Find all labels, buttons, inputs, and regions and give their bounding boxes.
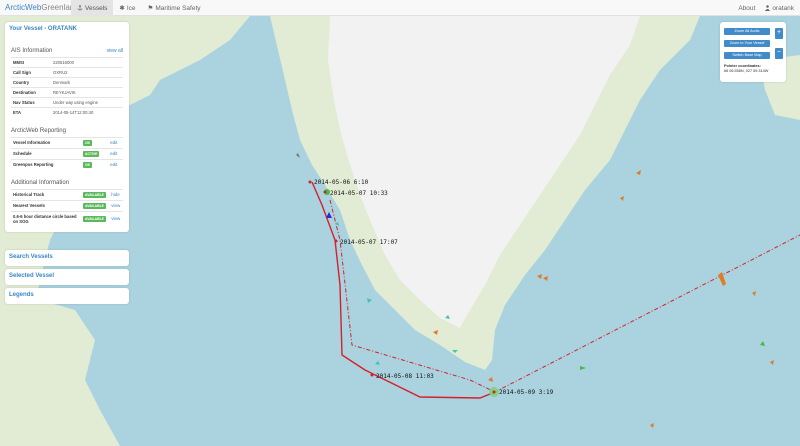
- status-cell: OK: [81, 136, 109, 148]
- status-cell: OK: [81, 158, 109, 170]
- status-cell: AVAILABLE: [81, 188, 110, 200]
- view-link[interactable]: view: [109, 199, 123, 211]
- pointer-coordinates: Pointer coordinates: 66 06.558N, 027 59.…: [724, 64, 768, 74]
- field-label: Nearest Vessels: [11, 199, 81, 211]
- field-label: Destination: [11, 87, 51, 98]
- edit-link[interactable]: edit: [108, 136, 123, 148]
- additional-heading: Additional Information: [11, 179, 70, 186]
- table-row: Nav Status Under way using engine: [11, 97, 123, 108]
- field-value: REYKJAVIK: [51, 87, 123, 98]
- table-row: Schedule ACTIVE edit: [11, 147, 123, 159]
- map-controls: Zoom All Arctic Zoom to Your Vessel Swit…: [720, 22, 786, 82]
- zoom-to-vessel-button[interactable]: Zoom to Your Vessel: [724, 40, 770, 47]
- field-label: Nav Status: [11, 97, 51, 108]
- navbar: ArcticWebGreenland Vessels ✱ Ice ⚑ Marit…: [0, 0, 800, 16]
- reporting-table: Vessel Information OK edit Schedule ACTIVE e…: [11, 136, 123, 170]
- tab-maritime-safety-label: Maritime Safety: [155, 4, 201, 12]
- table-row: Historical Track AVAILABLE hide: [11, 188, 123, 200]
- search-vessels-section[interactable]: Search Vessels: [5, 250, 129, 266]
- reporting-header: ArcticWeb Reporting: [5, 118, 129, 137]
- track-label: 2014-05-07 10:33: [330, 190, 388, 197]
- track-label: 2014-05-07 17:07: [340, 239, 398, 246]
- track-label: 2014-05-06 6:10: [314, 179, 369, 186]
- table-row: Vessel Information OK edit: [11, 136, 123, 148]
- user-name: oratank: [772, 4, 794, 12]
- reporting-heading: ArcticWeb Reporting: [11, 127, 66, 134]
- tab-vessels[interactable]: Vessels: [71, 0, 114, 16]
- ais-header: AIS Information view all: [5, 34, 129, 57]
- status-cell: ACTIVE: [81, 147, 109, 159]
- tab-vessels-label: Vessels: [85, 4, 108, 12]
- status-badge: OK: [83, 139, 93, 146]
- field-value: Under way using engine: [51, 97, 123, 108]
- ais-table: MMSI 220516000 Call Sign OXRU2 Country Denm…: [11, 57, 123, 118]
- coords-label: Pointer coordinates:: [724, 64, 761, 68]
- additional-header: Additional Information: [5, 170, 129, 189]
- table-row: 0.6-6 hour distance circle based on SOG A…: [11, 210, 123, 226]
- field-value: 220516000: [51, 57, 123, 68]
- status-badge: ACTIVE: [83, 150, 100, 157]
- edit-link[interactable]: edit: [108, 147, 123, 159]
- zoom-all-arctic-button[interactable]: Zoom All Arctic: [724, 28, 770, 35]
- hide-link[interactable]: hide: [109, 188, 123, 200]
- panel-title[interactable]: Your Vessel - ORATANK: [5, 22, 129, 34]
- nav-right: About oratank: [738, 0, 794, 16]
- brand-name: ArcticWeb: [5, 3, 42, 12]
- ais-heading: AIS Information: [11, 48, 53, 54]
- coords-value: 66 06.558N, 027 59.314W: [724, 69, 769, 73]
- field-label: Historical Track: [11, 188, 81, 200]
- table-row: Nearest Vessels AVAILABLE view: [11, 199, 123, 211]
- selected-vessel-section[interactable]: Selected Vessel: [5, 269, 129, 285]
- view-link[interactable]: view: [109, 210, 123, 226]
- tab-maritime-safety[interactable]: ⚑ Maritime Safety: [142, 0, 207, 16]
- legends-section[interactable]: Legends: [5, 288, 129, 304]
- vessel-panel: Your Vessel - ORATANK AIS Information vi…: [5, 22, 129, 232]
- field-value: 2014-05-14T12:00:40: [51, 107, 123, 118]
- about-link[interactable]: About: [738, 5, 755, 12]
- main-nav: Vessels ✱ Ice ⚑ Maritime Safety: [71, 0, 207, 16]
- anchor-icon: [77, 5, 83, 11]
- status-badge: OK: [83, 161, 93, 168]
- field-label: ETA: [11, 107, 51, 118]
- edit-link[interactable]: edit: [108, 158, 123, 170]
- table-row: Greenpos Reporting OK edit: [11, 158, 123, 170]
- view-all-link[interactable]: view all: [107, 48, 123, 54]
- field-value: OXRU2: [51, 67, 123, 78]
- additional-table: Historical Track AVAILABLE hide Nearest Ve…: [11, 188, 123, 226]
- status-badge: AVAILABLE: [83, 191, 106, 198]
- status-cell: AVAILABLE: [81, 210, 110, 226]
- tab-ice[interactable]: ✱ Ice: [113, 0, 141, 16]
- table-row: Country Denmark: [11, 77, 123, 88]
- snowflake-icon: ✱: [119, 5, 125, 12]
- status-badge: AVAILABLE: [83, 202, 106, 209]
- field-label: MMSI: [11, 57, 51, 68]
- field-value: Denmark: [51, 77, 123, 88]
- table-row: Call Sign OXRU2: [11, 67, 123, 78]
- status-badge: AVAILABLE: [83, 215, 106, 222]
- status-cell: AVAILABLE: [81, 199, 110, 211]
- brand-logo[interactable]: ArcticWebGreenland: [5, 3, 79, 12]
- table-row: ETA 2014-05-14T12:00:40: [11, 107, 123, 118]
- field-label: Greenpos Reporting: [11, 158, 81, 170]
- track-label: 2014-05-09 3:19: [499, 389, 554, 396]
- field-label: Call Sign: [11, 67, 51, 78]
- zoom-out-button[interactable]: −: [775, 48, 783, 59]
- zoom-in-button[interactable]: +: [775, 28, 783, 39]
- table-row: Destination REYKJAVIK: [11, 87, 123, 98]
- switch-base-map-button[interactable]: Switch Base Map: [724, 52, 770, 59]
- user-icon: [765, 5, 771, 11]
- user-menu[interactable]: oratank: [765, 5, 794, 12]
- tab-ice-label: Ice: [126, 4, 136, 12]
- flag-icon: ⚑: [147, 5, 154, 12]
- field-label: 0.6-6 hour distance circle based on SOG: [11, 210, 81, 226]
- field-label: Vessel Information: [11, 136, 81, 148]
- track-label: 2014-05-08 11:03: [376, 373, 434, 380]
- field-label: Schedule: [11, 147, 81, 159]
- table-row: MMSI 220516000: [11, 57, 123, 68]
- field-label: Country: [11, 77, 51, 88]
